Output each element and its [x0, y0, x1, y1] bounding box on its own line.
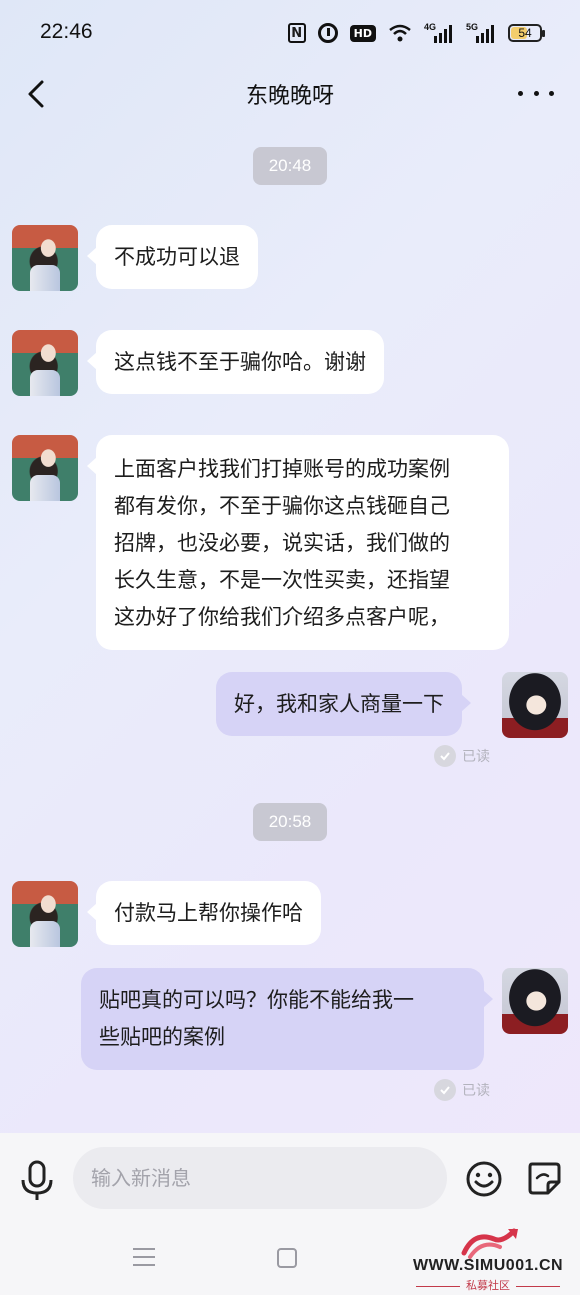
- hd-label: HD: [353, 26, 372, 40]
- contact-avatar[interactable]: [12, 225, 78, 291]
- more-options-button[interactable]: [518, 78, 554, 108]
- microphone-icon: [21, 1160, 53, 1200]
- status-bar: 22:46 N HD 4G 5G 54: [0, 0, 580, 64]
- smiley-icon: [466, 1161, 502, 1197]
- home-square-icon[interactable]: [277, 1248, 297, 1268]
- watermark-subtitle: 私募社区: [402, 1277, 574, 1293]
- message-line: 贴吧真的可以吗？你能不能给我一: [99, 988, 414, 1012]
- my-avatar[interactable]: [502, 968, 568, 1034]
- menu-icon[interactable]: [133, 1248, 155, 1266]
- watermark-subtitle-text: 私募社区: [466, 1279, 510, 1292]
- message-bubble-incoming[interactable]: 付款马上帮你操作哈: [87, 881, 321, 945]
- sticker-button[interactable]: [526, 1160, 562, 1196]
- alarm-icon: [317, 23, 338, 43]
- system-nav-bar: WWW.SIMU001.CN 私募社区: [0, 1225, 580, 1295]
- more-dot: [549, 90, 554, 96]
- message-bubble-outgoing[interactable]: 贴吧真的可以吗？你能不能给我一 些贴吧的案例: [81, 968, 493, 1070]
- read-status-label: 已读: [462, 1083, 490, 1099]
- check-circle-icon: [434, 745, 456, 767]
- status-icons: N HD 4G 5G 54: [287, 20, 545, 46]
- contact-avatar[interactable]: [12, 881, 78, 947]
- message-bubble-incoming[interactable]: 不成功可以退: [87, 225, 258, 289]
- watermark-url: WWW.SIMU001.CN: [412, 1257, 564, 1274]
- chat-header: 东晚晚呀: [0, 64, 580, 124]
- check-circle-icon: [434, 1079, 456, 1101]
- message-text: 不成功可以退: [114, 245, 240, 269]
- message-line: 这办好了你给我们介绍多点客户呢，: [114, 605, 450, 629]
- message-bubble-outgoing[interactable]: 好，我和家人商量一下: [216, 672, 471, 736]
- message-line: 招牌，也没必要，说实话，我们做的: [114, 531, 450, 555]
- read-receipt: 已读: [434, 1079, 490, 1101]
- wifi-icon: [388, 23, 412, 43]
- contact-avatar[interactable]: [12, 435, 78, 501]
- signal-5g-icon: 5G: [466, 21, 496, 45]
- chat-title: 东晚晚呀: [245, 84, 334, 109]
- message-bubble-incoming[interactable]: 上面客户找我们打掉账号的成功案例 都有发你，不至于骗你这点钱砸自己 招牌，也没必…: [87, 435, 509, 650]
- message-input[interactable]: [73, 1147, 447, 1209]
- message-text: 这点钱不至于骗你哈。谢谢: [114, 350, 366, 374]
- watermark-logo-icon: [461, 1228, 518, 1259]
- my-avatar[interactable]: [502, 672, 568, 738]
- message-text: 好，我和家人商量一下: [234, 692, 444, 716]
- signal-4g-icon: 4G: [424, 21, 454, 45]
- more-dots-icon: [518, 90, 523, 96]
- emoji-button[interactable]: [465, 1160, 503, 1198]
- message-line: 都有发你，不至于骗你这点钱砸自己: [114, 494, 450, 518]
- status-time: 22:46: [40, 20, 93, 43]
- sticker-icon: [528, 1162, 561, 1195]
- nfc-icon: N: [287, 23, 306, 43]
- read-status-label: 已读: [462, 749, 490, 765]
- message-line: 些贴吧的案例: [99, 1025, 225, 1049]
- battery-level: 54: [518, 26, 532, 40]
- more-dot: [533, 90, 539, 96]
- timestamp-chip: 20:58: [253, 803, 327, 841]
- read-receipt: 已读: [434, 745, 490, 767]
- message-line: 长久生意，不是一次性买卖，还指望: [114, 568, 450, 592]
- network-4g-label: 4G: [424, 22, 436, 32]
- timestamp-chip: 20:48: [253, 147, 327, 185]
- hd-icon: HD: [349, 24, 376, 42]
- battery-icon: 54: [508, 24, 545, 42]
- voice-input-button[interactable]: [18, 1160, 56, 1202]
- message-bubble-incoming[interactable]: 这点钱不至于骗你哈。谢谢: [87, 330, 384, 394]
- network-5g-label: 5G: [466, 22, 478, 32]
- watermark: WWW.SIMU001.CN 私募社区: [402, 1227, 574, 1293]
- contact-avatar[interactable]: [12, 330, 78, 396]
- message-input-bar: [0, 1133, 580, 1225]
- message-line: 上面客户找我们打掉账号的成功案例: [114, 457, 450, 481]
- message-text: 付款马上帮你操作哈: [114, 901, 303, 925]
